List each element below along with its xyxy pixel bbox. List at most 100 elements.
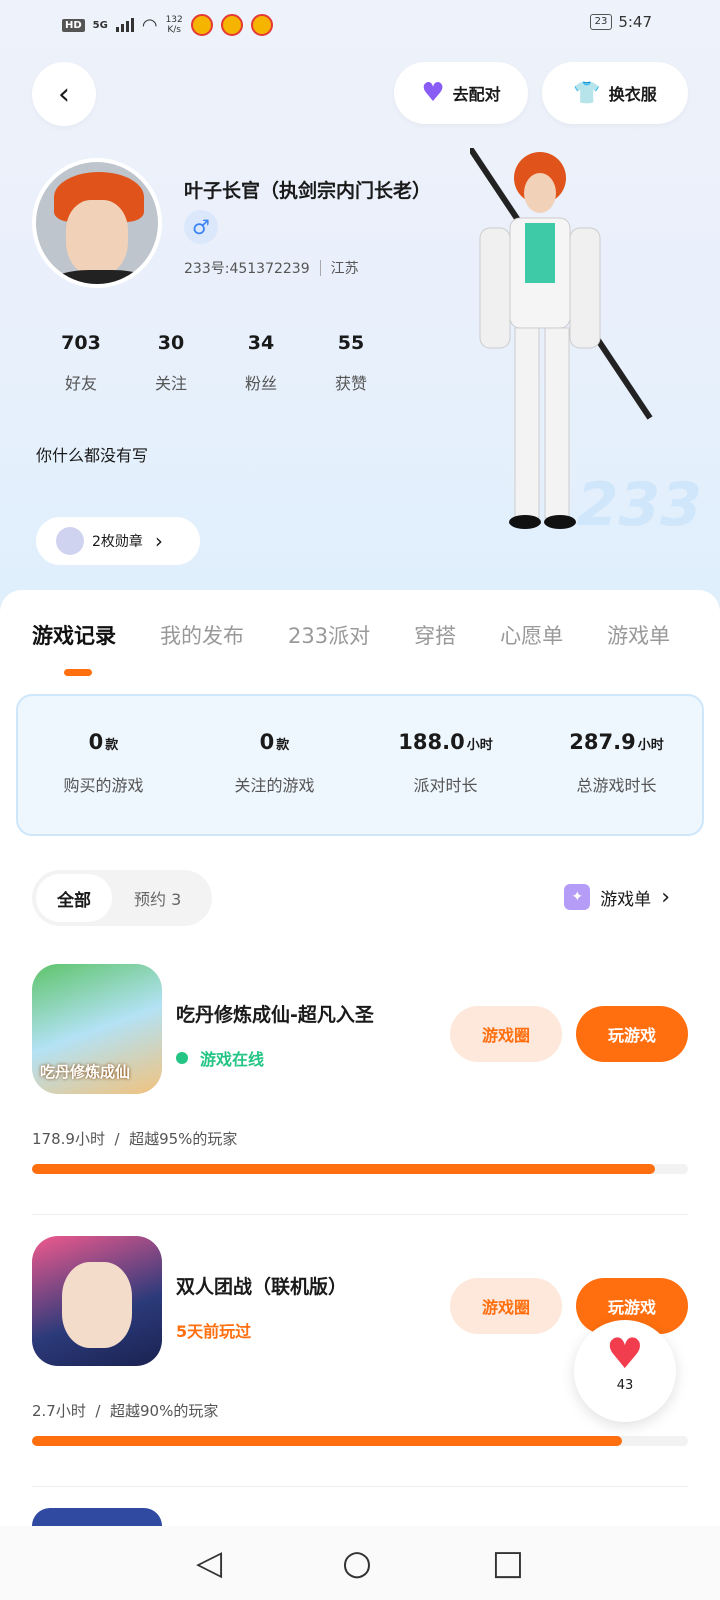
- game-playtime: 2.7小时 / 超越90%的玩家: [32, 1402, 219, 1420]
- change-outfit-label: 换衣服: [608, 85, 657, 104]
- pair-button[interactable]: ♥ 去配对: [394, 62, 528, 124]
- net-speed: 132 K/s: [166, 15, 183, 35]
- user-location: 江苏: [330, 261, 359, 277]
- battery-icon: 23: [589, 14, 613, 30]
- game-icon-face: [62, 1262, 132, 1348]
- tab-game-list[interactable]: 游戏单: [607, 620, 670, 650]
- game-name: 双人团战（联机版）: [176, 1276, 348, 1298]
- online-dot: [176, 1052, 188, 1064]
- playtime-progress: [32, 1164, 688, 1174]
- medal-label: 2枚勋章: [92, 534, 143, 550]
- tab-outfit[interactable]: 穿搭: [414, 620, 456, 650]
- sparkle-icon: ✦: [564, 884, 591, 910]
- avatar-face: [66, 200, 128, 276]
- summary-value: 287.9: [569, 730, 636, 754]
- summary-label: 关注的游戏: [234, 776, 315, 795]
- user-id: 233号:451372239: [184, 261, 310, 277]
- tab-my-posts[interactable]: 我的发布: [160, 620, 244, 650]
- play-game-button[interactable]: 玩游戏: [576, 1006, 688, 1062]
- medal-icon: [56, 527, 84, 555]
- change-outfit-button[interactable]: 👕 换衣服: [542, 62, 688, 124]
- filter-reserve-count: 3: [171, 890, 182, 909]
- game-playtime: 178.9小时 / 超越95%的玩家: [32, 1130, 238, 1148]
- filter-all[interactable]: 全部: [36, 874, 112, 922]
- hd-badge: HD: [62, 18, 85, 32]
- chevron-left-icon: ‹: [58, 76, 70, 112]
- heart-icon: ♥: [421, 78, 445, 108]
- nav-back-icon[interactable]: ◁: [196, 1543, 222, 1583]
- wifi-icon: ◠: [141, 14, 158, 36]
- divider: [32, 1486, 688, 1487]
- summary-value: 188.0: [398, 730, 465, 754]
- game-list-link[interactable]: ✦ 游戏单 ›: [564, 884, 670, 910]
- game-icon[interactable]: 吃丹修炼成仙: [32, 964, 162, 1094]
- playtime-value: 178.9小时: [32, 1130, 105, 1148]
- status-bar: HD 5G ◠ 132 K/s 23 5:47: [0, 0, 720, 50]
- separator: [319, 260, 321, 276]
- pair-label: 去配对: [452, 85, 501, 104]
- stat-label: 获赞: [334, 374, 367, 393]
- stat-label: 好友: [64, 374, 97, 393]
- stat-fans[interactable]: 34 粉丝: [216, 332, 306, 394]
- game-status-text: 游戏在线: [200, 1050, 265, 1069]
- tab-game-records[interactable]: 游戏记录: [32, 620, 116, 650]
- game-circle-button[interactable]: 游戏圈: [450, 1006, 562, 1062]
- summary-value: 0: [259, 730, 275, 754]
- summary-purchased[interactable]: 0 款购买的游戏: [18, 696, 189, 834]
- playtime-progress: [32, 1436, 688, 1446]
- stat-likes[interactable]: 55 获赞: [306, 332, 396, 394]
- like-button[interactable]: ♥ 43: [574, 1320, 676, 1422]
- summary-unit: 款: [105, 738, 119, 753]
- system-nav-bar: ◁ ○ □: [0, 1526, 720, 1600]
- user-bio: 你什么都没有写: [36, 446, 149, 465]
- male-icon: ♂: [184, 210, 218, 244]
- game-icon[interactable]: [32, 1508, 162, 1526]
- back-button[interactable]: ‹: [32, 62, 96, 126]
- playtime-rank: 超越90%的玩家: [110, 1402, 219, 1420]
- profile-tabs: 游戏记录 我的发布 233派对 穿搭 心愿单 游戏单: [32, 620, 720, 650]
- nav-home-icon[interactable]: ○: [342, 1543, 372, 1583]
- stat-label: 粉丝: [244, 374, 277, 393]
- weibo-icon: [250, 14, 273, 36]
- user-id-line: 233号:451372239 江苏: [184, 258, 359, 278]
- summary-party-time[interactable]: 188.0 小时 派对时长: [360, 696, 531, 834]
- game-icon[interactable]: [32, 1236, 162, 1366]
- tab-233-party[interactable]: 233派对: [288, 620, 370, 650]
- clock: 5:47: [618, 13, 652, 31]
- game-status-text: 5天前玩过: [176, 1322, 252, 1341]
- filter-reserve[interactable]: 预约 3: [134, 886, 181, 910]
- chevron-right-icon: ›: [154, 529, 163, 553]
- profile-stats: 703 好友 30 关注 34 粉丝 55 获赞: [36, 332, 396, 394]
- stat-label: 关注: [154, 374, 187, 393]
- summary-unit: 小时: [466, 738, 493, 753]
- playtime-rank: 超越95%的玩家: [129, 1130, 238, 1148]
- net-speed-unit: K/s: [167, 25, 181, 35]
- stat-friends[interactable]: 703 好友: [36, 332, 126, 394]
- summary-followed[interactable]: 0 款关注的游戏: [189, 696, 360, 834]
- game-circle-button[interactable]: 游戏圈: [450, 1278, 562, 1334]
- summary-unit: 款: [276, 738, 290, 753]
- stat-value: 34: [247, 332, 275, 354]
- game-summary: 0 款购买的游戏 0 款关注的游戏 188.0 小时 派对时长 287.9 小时 总游戏时长: [16, 694, 704, 836]
- chevron-right-icon: ›: [661, 884, 670, 910]
- heart-icon: ♥: [606, 1329, 644, 1378]
- stat-value: 30: [157, 332, 185, 354]
- nav-recents-icon[interactable]: □: [492, 1543, 524, 1583]
- game-filter: 全部 预约 3: [32, 870, 212, 926]
- progress-fill: [32, 1436, 623, 1446]
- game-icon-text: 吃丹修炼成仙: [40, 1063, 131, 1081]
- tab-wishlist[interactable]: 心愿单: [500, 620, 563, 650]
- summary-total-time[interactable]: 287.9 小时 总游戏时长: [531, 696, 702, 834]
- summary-label: 总游戏时长: [576, 776, 657, 795]
- stat-following[interactable]: 30 关注: [126, 332, 216, 394]
- medal-button[interactable]: 2枚勋章 ›: [36, 517, 200, 565]
- weibo-icon: [190, 14, 213, 36]
- network-type: 5G: [92, 19, 108, 31]
- game-status: 5天前玩过: [176, 1318, 251, 1342]
- tab-indicator: [64, 669, 92, 676]
- avatar[interactable]: [32, 158, 162, 288]
- badge-233: 233: [576, 470, 702, 540]
- stat-value: 55: [337, 332, 365, 354]
- shirt-icon: 👕: [573, 80, 601, 106]
- game-list-label: 游戏单: [600, 889, 652, 910]
